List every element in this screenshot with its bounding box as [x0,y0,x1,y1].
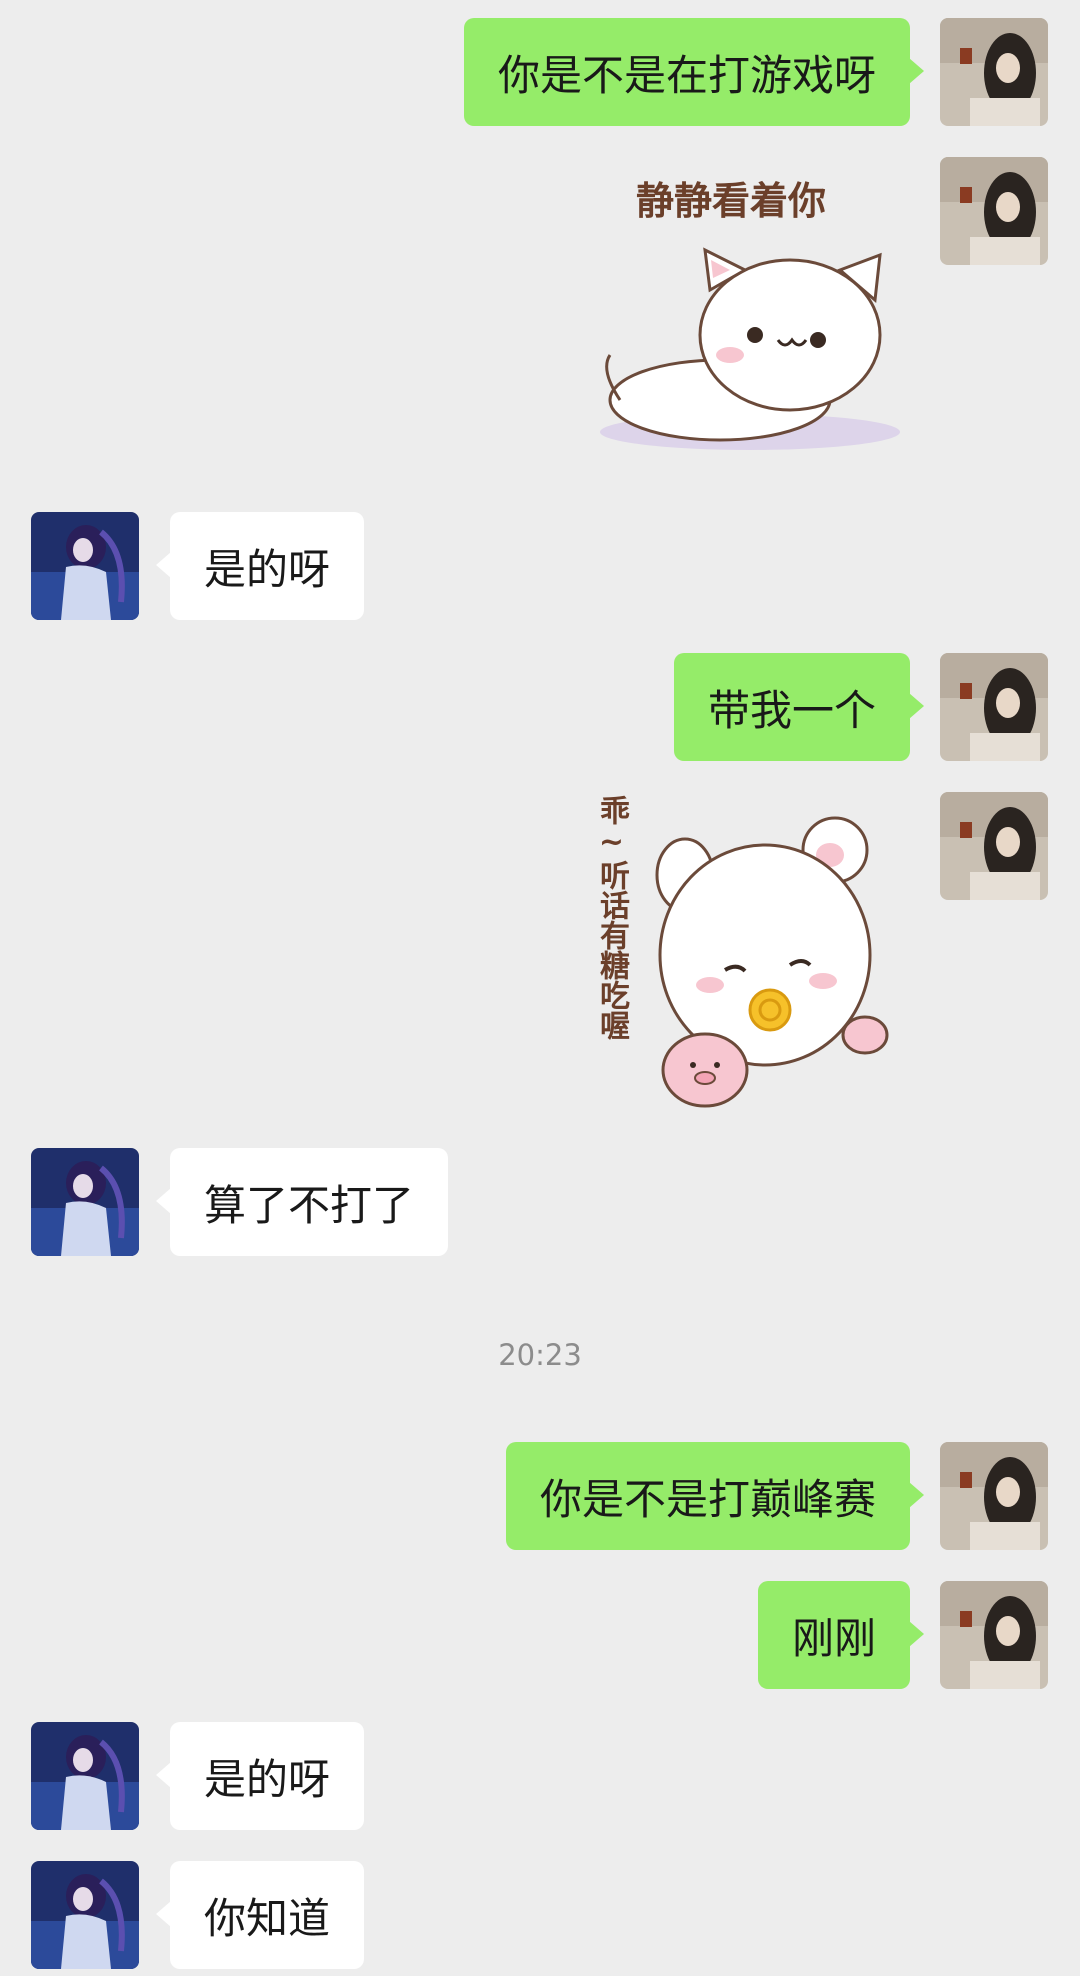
message-text: 刚刚 [791,1613,876,1663]
message-timestamp: 20:23 [498,1338,582,1372]
message-text: 带我一个 [707,685,876,735]
my-message-bubble[interactable]: 你是不是打巅峰赛 [505,1442,925,1550]
my-avatar-image [940,157,1048,265]
chat-message-list[interactable]: 你是不是在打游戏呀 静静看着你 是的呀 带我一个 乖~听话有糖吃喔 算了不打了 … [0,0,1080,1976]
contact-avatar[interactable] [31,512,139,620]
contact-avatar-image [31,1722,139,1830]
contact-message-bubble[interactable]: 你知道 [155,1861,365,1969]
my-avatar[interactable] [940,653,1048,761]
white-bunny-icon [655,816,889,1108]
cat-sticker[interactable]: 静静看着你 [590,160,910,460]
my-avatar-image [940,653,1048,761]
contact-avatar[interactable] [31,1861,139,1969]
contact-message-bubble[interactable]: 算了不打了 [155,1148,449,1256]
my-avatar[interactable] [940,792,1048,900]
contact-avatar[interactable] [31,1148,139,1256]
sticker-caption: 乖~听话有糖吃喔 [594,795,629,1040]
my-avatar[interactable] [940,157,1048,265]
sticker-caption: 静静看着你 [636,179,827,223]
contact-avatar[interactable] [31,1722,139,1830]
message-text: 你是不是打巅峰赛 [539,1474,876,1524]
my-avatar-image [940,1442,1048,1550]
message-text: 你是不是在打游戏呀 [497,50,876,100]
contact-message-bubble[interactable]: 是的呀 [155,1722,365,1830]
bunny-sticker[interactable]: 乖~听话有糖吃喔 [585,795,910,1115]
contact-message-bubble[interactable]: 是的呀 [155,512,365,620]
contact-avatar-image [31,512,139,620]
my-avatar-image [940,792,1048,900]
contact-avatar-image [31,1861,139,1969]
message-text: 是的呀 [204,544,331,594]
my-message-bubble[interactable]: 你是不是在打游戏呀 [463,18,925,126]
my-avatar[interactable] [940,18,1048,126]
contact-avatar-image [31,1148,139,1256]
my-avatar-image [940,1581,1048,1689]
message-text: 算了不打了 [204,1180,415,1230]
my-message-bubble[interactable]: 带我一个 [673,653,925,761]
my-avatar[interactable] [940,1581,1048,1689]
my-avatar[interactable] [940,1442,1048,1550]
message-text: 你知道 [204,1893,331,1943]
my-avatar-image [940,18,1048,126]
message-text: 是的呀 [204,1754,331,1804]
my-message-bubble[interactable]: 刚刚 [757,1581,925,1689]
